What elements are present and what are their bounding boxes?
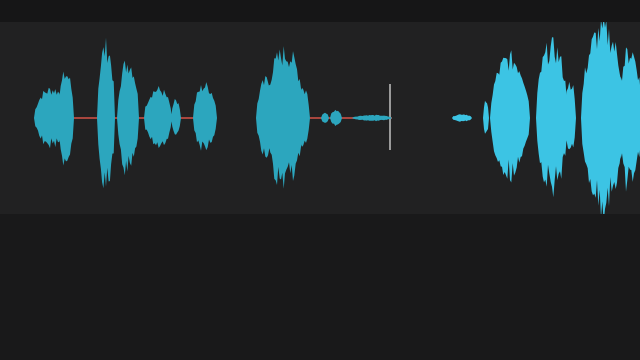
clip-3-waveform-blob	[483, 100, 489, 134]
clip-1-waveform-blob	[171, 99, 181, 135]
clip-3-waveform-blob	[452, 114, 472, 122]
clip-1-waveform-blob	[58, 71, 74, 166]
empty-timeline-area[interactable]	[0, 214, 640, 360]
clip-3-waveform-blob	[618, 47, 640, 192]
timeline-header	[0, 0, 640, 22]
clip-2-waveform-blob	[321, 112, 329, 123]
waveform-display[interactable]	[0, 22, 640, 214]
clip-1-waveform-blob	[117, 60, 139, 176]
clip-2-waveform-blob	[330, 109, 342, 126]
clip-3-waveform-blob	[536, 37, 568, 198]
clip-1-waveform-blob	[97, 37, 115, 189]
clip-2-waveform-blob	[352, 114, 392, 122]
audio-track[interactable]	[0, 22, 640, 214]
clip-1-waveform-blob	[144, 86, 172, 148]
clip-1-waveform-blob	[193, 82, 217, 151]
clip-3-waveform-blob	[490, 50, 530, 183]
